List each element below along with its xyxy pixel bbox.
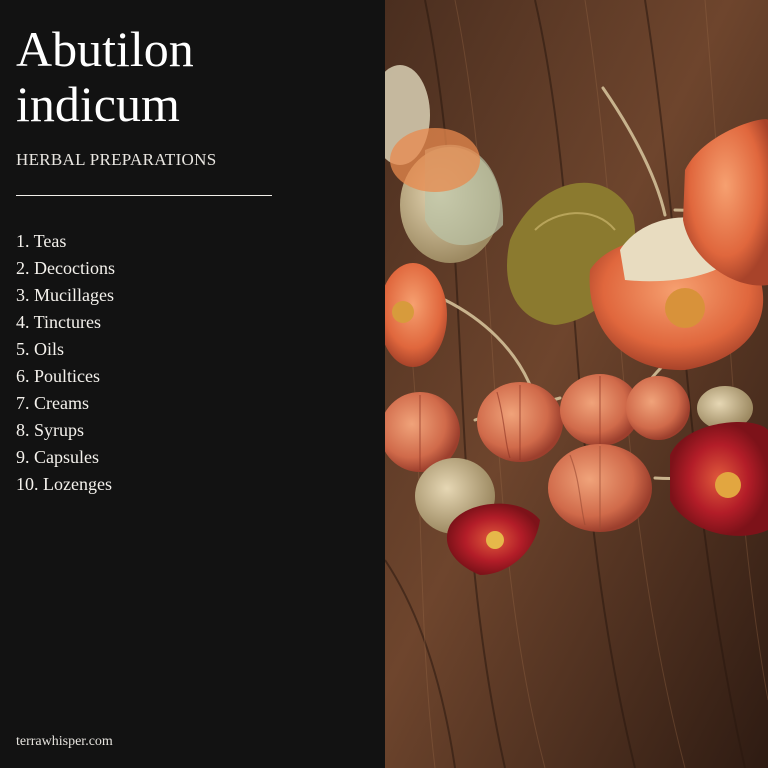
dried-flowers-photo: [385, 0, 768, 768]
list-item: 1. Teas: [16, 231, 67, 251]
photo-panel: [385, 0, 768, 768]
text-panel: Abutilon indicum HERBAL PREPARATIONS 1. …: [0, 0, 385, 768]
list-item: 7. Creams: [16, 393, 89, 413]
poster: Abutilon indicum HERBAL PREPARATIONS 1. …: [0, 0, 768, 768]
list-item: 10. Lozenges: [16, 474, 112, 494]
list-item: 3. Mucillages: [16, 285, 114, 305]
list-item: 9. Capsules: [16, 447, 99, 467]
list-item: 8. Syrups: [16, 420, 85, 440]
list-item: 4. Tinctures: [16, 312, 102, 332]
page-title: Abutilon indicum: [16, 22, 194, 132]
list-item: 6. Poultices: [16, 366, 100, 386]
list-item: 5. Oils: [16, 339, 65, 359]
title-line-1: Abutilon: [16, 21, 194, 77]
divider: [16, 195, 272, 196]
list-item: 2. Decoctions: [16, 258, 115, 278]
site-url: terrawhisper.com: [16, 734, 113, 749]
preparations-list: 1. Teas 2. Decoctions 3. Mucillages 4. T…: [16, 228, 115, 498]
title-line-2: indicum: [16, 76, 180, 132]
subtitle: HERBAL PREPARATIONS: [16, 150, 217, 169]
